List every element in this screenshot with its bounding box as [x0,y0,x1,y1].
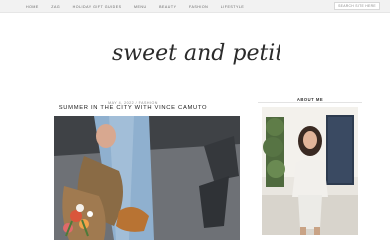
post-featured-image[interactable] [54,116,240,240]
nav-item-beauty[interactable]: BEAUTY [159,5,176,9]
about-photo-illustration [262,107,358,235]
sidebar-divider [258,102,362,103]
nav-item-fashion[interactable]: FASHION [189,5,208,9]
nav-item-home[interactable]: HOME [26,5,39,9]
nav-item-zag[interactable]: ZAG [51,5,60,9]
site-logo[interactable]: sweet and petite [0,34,390,74]
nav-item-menu[interactable]: MENU [134,5,147,9]
logo-word-sweet: sweet and petite [112,41,280,66]
post-title[interactable]: SUMMER IN THE CITY WITH VINCE CAMUTO [26,105,240,111]
nav-item-lifestyle[interactable]: LIFESTYLE [221,5,244,9]
main-nav: HOME ZAG HOLIDAY GIFT GUIDES MENU BEAUTY… [26,0,257,13]
about-me-photo[interactable] [262,107,358,235]
top-navigation-bar: HOME ZAG HOLIDAY GIFT GUIDES MENU BEAUTY… [0,0,390,13]
search-input[interactable]: SEARCH SITE HERE [334,2,380,10]
logo-script: sweet and petite [112,41,280,66]
nav-item-holiday-gift-guides[interactable]: HOLIDAY GIFT GUIDES [73,5,122,9]
post-photo-illustration [54,116,240,240]
